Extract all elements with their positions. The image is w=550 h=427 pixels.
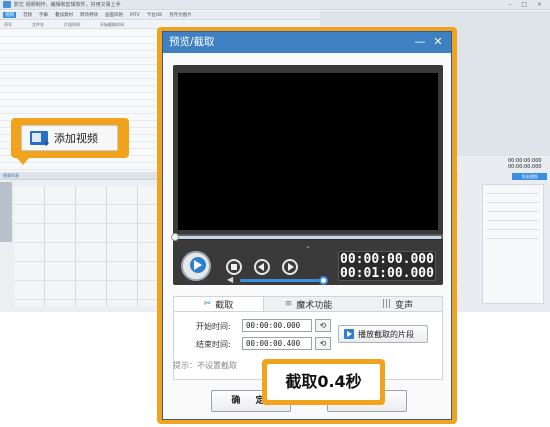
- start-time-input[interactable]: 00:00:00.000: [242, 319, 312, 332]
- bg-col-index: 序号: [4, 21, 12, 27]
- add-video-label: 添加视频: [54, 132, 98, 145]
- play-button[interactable]: [181, 251, 211, 281]
- tab-magic-label: 魔术功能: [296, 300, 333, 311]
- play-clip-icon: [344, 329, 354, 339]
- total-time: 00:01:00.000: [340, 266, 434, 281]
- bg-menu-video[interactable]: 视频: [3, 12, 16, 18]
- bg-properties-panel: [482, 184, 544, 304]
- play-clip-label: 播放截取的片段: [358, 329, 414, 339]
- close-button[interactable]: ✕: [431, 36, 445, 49]
- bg-menu-mtv[interactable]: MTV: [130, 13, 140, 18]
- play-clip-button[interactable]: 播放截取的片段: [338, 325, 428, 343]
- bg-col-filename: 文件名: [32, 21, 44, 27]
- dialog-title: 预览/截取: [169, 36, 215, 48]
- chevron-down-icon[interactable]: ⌄: [285, 242, 331, 250]
- bg-menu-audio[interactable]: 音频: [23, 12, 32, 18]
- tab-voice-label: 变声: [395, 300, 414, 311]
- bg-time-display: 00:00:00.000 00:00:00.000: [508, 158, 542, 170]
- bg-col-start: 开始截取时间: [100, 21, 124, 27]
- volume-icon[interactable]: ◀: [227, 276, 233, 284]
- tab-cut-label: 截取: [215, 300, 234, 311]
- bg-menu-transition[interactable]: 转场特效: [80, 12, 98, 18]
- bg-col-duration: 片段时间: [64, 21, 80, 27]
- start-time-label: 开始时间:: [196, 322, 231, 331]
- magic-icon: ≡: [284, 299, 293, 309]
- start-time-reset-button[interactable]: ⟲: [315, 319, 331, 332]
- minimize-button[interactable]: —: [413, 36, 427, 49]
- end-time-reset-button[interactable]: ⟲: [315, 337, 331, 350]
- bg-app-title: 影忆 视频制作、编辑和剪辑软件，好用又易上手: [14, 2, 121, 8]
- timeline-handle[interactable]: [171, 233, 179, 241]
- previous-frame-button[interactable]: [254, 259, 270, 275]
- bg-export-button[interactable]: 导出视频: [512, 173, 547, 180]
- end-time-label: 结束时间:: [196, 340, 231, 349]
- caption-text: 截取0.4秒: [267, 364, 380, 400]
- end-time-input[interactable]: 00:00:00.400: [242, 337, 312, 350]
- current-time: 00:00:00.000: [340, 252, 434, 267]
- tabs-bar: ✂ 截取 ≡ 魔术功能 ||| 变声: [174, 297, 442, 312]
- bg-menu-save-image[interactable]: 另存为图片: [169, 12, 192, 18]
- tab-voice[interactable]: ||| 变声: [353, 297, 442, 311]
- bg-menu-overlay[interactable]: 叠加素材: [55, 12, 73, 18]
- stop-button[interactable]: [226, 259, 242, 275]
- bg-lower-sidebar: [0, 182, 12, 242]
- dialog-titlebar: 预览/截取: [163, 32, 451, 53]
- volume-slider[interactable]: [240, 276, 328, 285]
- time-display: 00:00:00.000 00:01:00.000: [338, 251, 436, 281]
- film-add-icon: [30, 131, 50, 149]
- timeline-slider[interactable]: [171, 233, 443, 241]
- tab-magic[interactable]: ≡ 魔术功能: [264, 297, 353, 311]
- add-video-button[interactable]: 添加视频: [21, 125, 118, 151]
- next-frame-button[interactable]: [282, 259, 298, 275]
- bg-menubar: 视频 音频 字幕 叠加素材 转场特效 画面风格 MTV 卡拉OK 另存为图片: [0, 11, 320, 20]
- bg-time-total: 00:00:00.000: [508, 164, 542, 170]
- video-player: ⌄ ◀ 00:00:00.000 00:01:00.000: [171, 65, 443, 285]
- app-logo-icon: [3, 1, 11, 8]
- tab-cut[interactable]: ✂ 截取: [174, 297, 264, 311]
- bg-menu-karaoke[interactable]: 卡拉OK: [147, 12, 163, 18]
- bg-menu-style[interactable]: 画面风格: [105, 12, 123, 18]
- video-screen[interactable]: [178, 73, 438, 230]
- timeline-track: [175, 236, 441, 239]
- scissors-icon: ✂: [203, 299, 212, 309]
- volume-fill: [240, 279, 319, 282]
- bg-lower-tab[interactable]: 视频列表: [3, 173, 19, 179]
- bg-menu-subtitle[interactable]: 字幕: [39, 12, 48, 18]
- hint-text: 提示：不设置截取: [173, 361, 237, 370]
- voice-icon: |||: [381, 299, 392, 309]
- volume-handle[interactable]: [319, 276, 328, 285]
- bg-titlebar: 影忆 视频制作、编辑和剪辑软件，好用又易上手 – □ ×: [0, 0, 550, 10]
- play-icon: [194, 260, 202, 270]
- bg-window-controls[interactable]: – □ ×: [508, 1, 546, 8]
- caption-callout: 截取0.4秒: [262, 359, 385, 405]
